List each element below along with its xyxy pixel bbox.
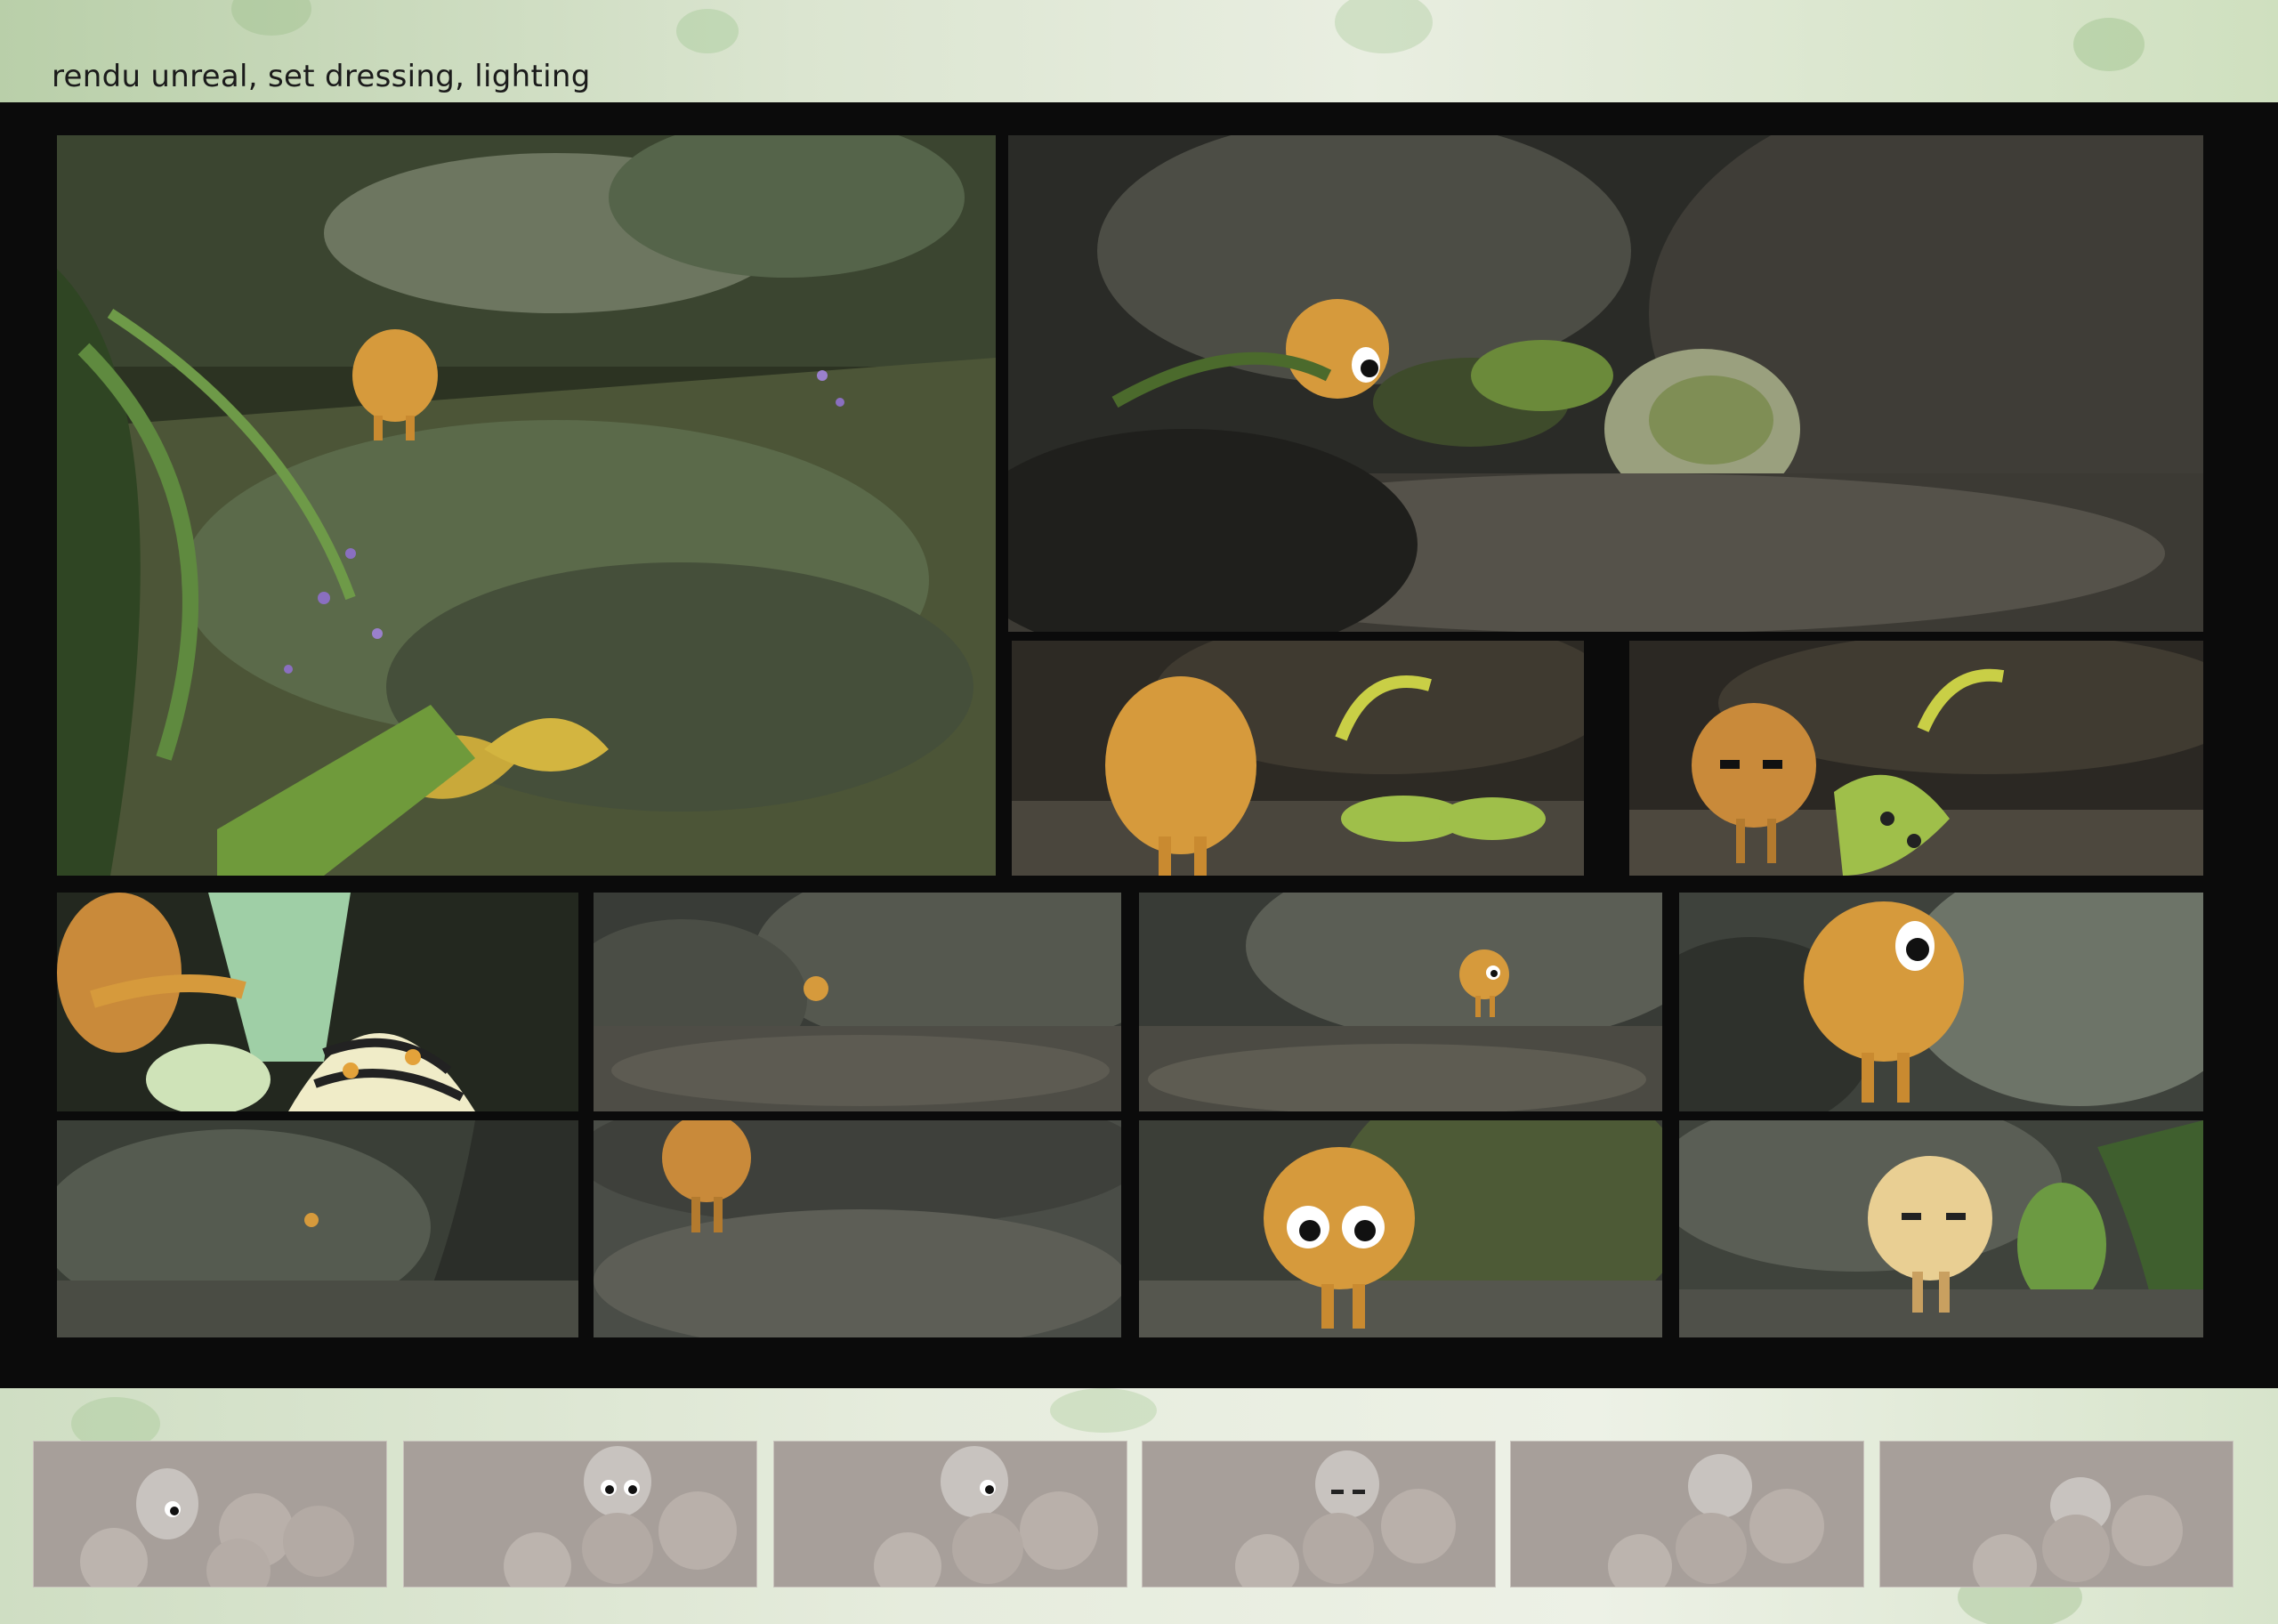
render-panel-sad-big-eyes — [1139, 1120, 1662, 1337]
clay-thumbnail-1 — [34, 1442, 386, 1587]
clay-thumbnail-3 — [774, 1442, 1127, 1587]
render-panel-walking-on-rocks — [1139, 893, 1662, 1111]
render-panel-hand-closeup — [57, 893, 578, 1111]
clay-thumbnail-4 — [1143, 1442, 1495, 1587]
clay-thumbnail-6 — [1880, 1442, 2233, 1587]
render-panel-peek-behind-rock — [1008, 135, 2203, 632]
render-panel-touching-caterpillar — [1629, 641, 2203, 876]
render-panel-closeup-worried — [1679, 893, 2203, 1111]
clay-render-strip — [0, 1388, 2278, 1624]
header-banner: rendu unreal, set dressing, lighting — [0, 0, 2278, 102]
render-panel-tiny-in-forest — [57, 1120, 578, 1337]
page-title: rendu unreal, set dressing, lighting — [52, 59, 591, 94]
render-panel-back-view-caterpillars — [1012, 641, 1584, 876]
clay-thumbnail-2 — [404, 1442, 756, 1587]
render-panel-walking-away — [594, 1120, 1121, 1337]
render-panel-tiny-on-rocks — [594, 893, 1121, 1111]
render-panel-pale-lighting — [1679, 1120, 2203, 1337]
render-panel-forest-stream-wide — [57, 135, 996, 876]
clay-thumbnail-5 — [1511, 1442, 1863, 1587]
